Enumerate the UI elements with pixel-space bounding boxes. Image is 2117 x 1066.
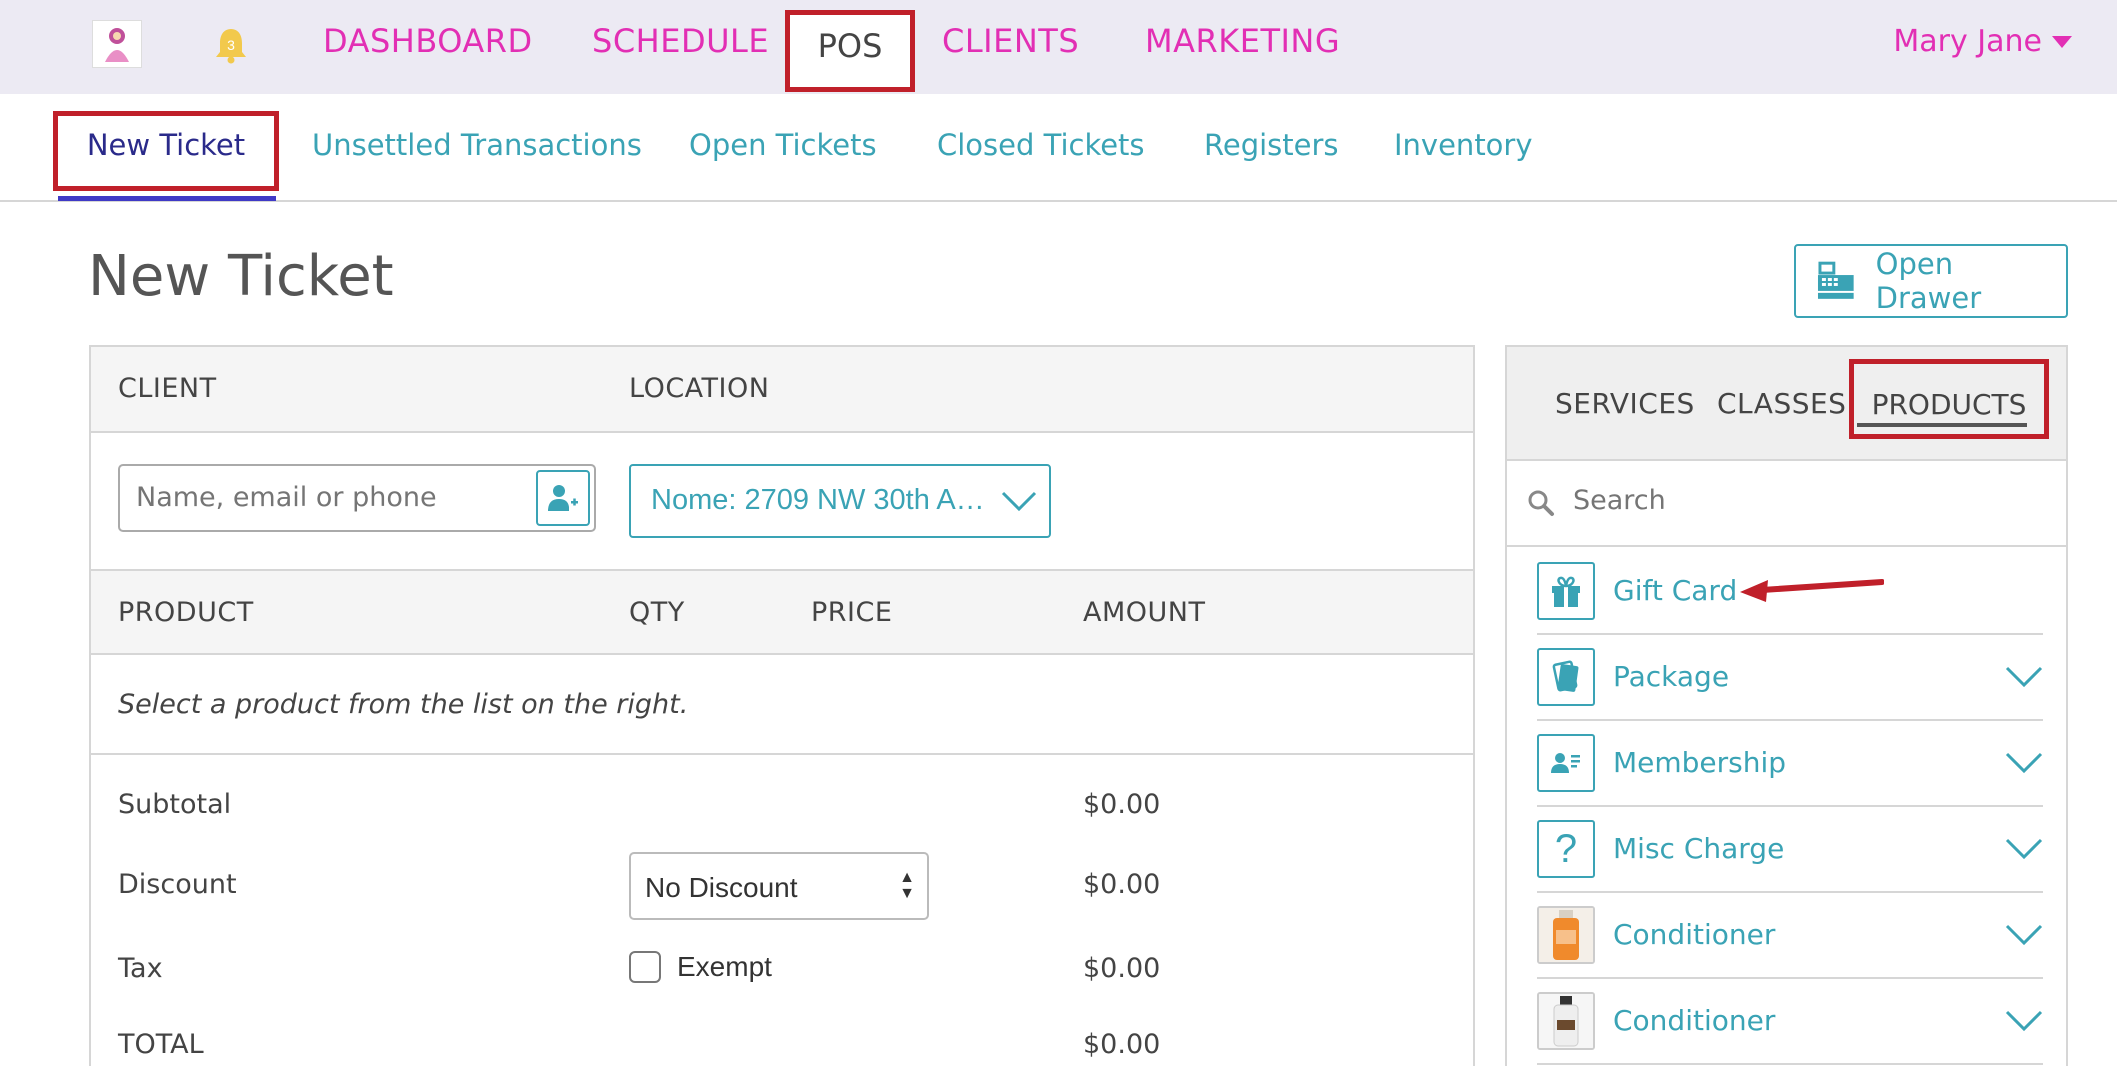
caret-down-icon [2052, 35, 2072, 48]
tab-new-ticket[interactable]: New Ticket [53, 111, 279, 191]
notification-count: 3 [227, 37, 235, 53]
id-card-icon [1537, 734, 1595, 792]
product-item-label: Conditioner [1613, 918, 1776, 951]
client-search-input[interactable] [136, 482, 516, 513]
add-person-icon [548, 485, 578, 511]
product-item-label: Package [1613, 660, 1730, 693]
tab-products[interactable]: PRODUCTS [1849, 359, 2049, 439]
user-name: Mary Jane [1893, 24, 2042, 59]
product-table-header: PRODUCT QTY PRICE AMOUNT [91, 569, 1473, 655]
product-item-label: Misc Charge [1613, 832, 1785, 865]
nav-schedule[interactable]: SCHEDULE [592, 22, 769, 60]
page-title: New Ticket [88, 244, 394, 309]
product-item-conditioner[interactable]: Conditioner [1537, 893, 2043, 979]
user-menu[interactable]: Mary Jane [1893, 24, 2072, 59]
discount-select[interactable]: No Discount ▲ ▼ [629, 852, 929, 920]
product-picker-tabs: SERVICES CLASSES PRODUCTS [1507, 347, 2066, 461]
client-location-header: CLIENT LOCATION [91, 347, 1473, 433]
tax-exempt-toggle[interactable]: Exempt [629, 951, 772, 983]
chevron-down-icon[interactable] [2005, 837, 2043, 861]
chevron-down-icon[interactable] [2005, 665, 2043, 689]
tab-unsettled-transactions[interactable]: Unsettled Transactions [312, 128, 642, 162]
location-header: LOCATION [629, 373, 770, 404]
white-bottle-image [1537, 992, 1595, 1050]
cash-register-icon [1817, 261, 1854, 299]
tab-new-ticket-label: New Ticket [86, 128, 246, 162]
empty-ticket-message: Select a product from the list on the ri… [118, 689, 689, 720]
chevron-down-icon [1001, 491, 1037, 512]
notifications-bell-icon[interactable]: 3 [214, 26, 248, 64]
search-icon [1528, 490, 1554, 516]
total-label: TOTAL [118, 1029, 204, 1060]
nav-pos-label: POS [817, 27, 883, 65]
product-item-label: Membership [1613, 746, 1787, 779]
total-value: $0.00 [1083, 1029, 1161, 1060]
product-search-input[interactable] [1573, 485, 2033, 516]
active-tab-underline [1857, 423, 2027, 427]
product-item-label: Gift Card [1613, 574, 1738, 607]
column-qty: QTY [629, 597, 685, 628]
sub-nav: New Ticket Unsettled Transactions Open T… [0, 94, 2117, 202]
chevron-down-icon[interactable] [2005, 923, 2043, 947]
column-product: PRODUCT [118, 597, 254, 628]
tab-open-tickets[interactable]: Open Tickets [689, 128, 877, 162]
client-header: CLIENT [118, 373, 217, 404]
active-tab-underline [58, 196, 276, 201]
brand-logo[interactable] [92, 20, 142, 68]
open-drawer-button[interactable]: Open Drawer [1794, 244, 2068, 318]
client-search-field[interactable] [118, 464, 596, 532]
tab-products-label: PRODUCTS [1871, 388, 2027, 421]
location-select[interactable]: Nome: 2709 NW 30th A… [629, 464, 1051, 538]
subtotal-value: $0.00 [1083, 789, 1161, 820]
product-search [1507, 461, 2066, 547]
exempt-checkbox[interactable] [629, 951, 661, 983]
discount-label: Discount [118, 869, 237, 900]
column-amount: AMOUNT [1083, 597, 1206, 628]
divider [91, 753, 1473, 755]
cards-icon [1537, 648, 1595, 706]
annotation-arrow-icon [1740, 579, 1884, 602]
tab-closed-tickets[interactable]: Closed Tickets [937, 128, 1145, 162]
nav-dashboard[interactable]: DASHBOARD [323, 22, 533, 60]
updown-arrows-icon: ▲ ▼ [899, 869, 915, 902]
tab-classes[interactable]: CLASSES [1717, 387, 1846, 420]
product-picker-panel: SERVICES CLASSES PRODUCTS Gift Card [1505, 345, 2068, 1066]
product-item-membership[interactable]: Membership [1537, 721, 2043, 807]
product-item-label: Conditioner [1613, 1004, 1776, 1037]
discount-option: No Discount [645, 872, 798, 903]
exempt-label: Exempt [677, 951, 772, 982]
chevron-down-icon[interactable] [2005, 751, 2043, 775]
tab-services[interactable]: SERVICES [1555, 387, 1695, 420]
tab-registers[interactable]: Registers [1204, 128, 1339, 162]
nav-marketing[interactable]: MARKETING [1145, 22, 1340, 60]
ticket-panel: CLIENT LOCATION Nome: 2709 NW 30th A… PR… [89, 345, 1475, 1066]
location-value: Nome: 2709 NW 30th A… [651, 484, 985, 516]
nav-pos[interactable]: POS [785, 10, 915, 92]
product-item-package[interactable]: Package [1537, 635, 2043, 721]
subtotal-label: Subtotal [118, 789, 232, 820]
product-item-misc-charge[interactable]: ? Misc Charge [1537, 807, 2043, 893]
tax-value: $0.00 [1083, 953, 1161, 984]
discount-value: $0.00 [1083, 869, 1161, 900]
gift-icon [1537, 562, 1595, 620]
open-drawer-label: Open Drawer [1875, 247, 1982, 315]
question-icon: ? [1537, 820, 1595, 878]
tax-label: Tax [118, 953, 163, 984]
nav-clients[interactable]: CLIENTS [942, 22, 1079, 60]
add-client-button[interactable] [536, 470, 590, 526]
chevron-down-icon[interactable] [2005, 1009, 2043, 1033]
top-nav: 3 DASHBOARD SCHEDULE POS CLIENTS MARKETI… [0, 0, 2117, 94]
column-price: PRICE [811, 597, 893, 628]
orange-bottle-image [1537, 906, 1595, 964]
tab-inventory[interactable]: Inventory [1394, 128, 1533, 162]
product-item-conditioner[interactable]: Conditioner [1537, 979, 2043, 1065]
